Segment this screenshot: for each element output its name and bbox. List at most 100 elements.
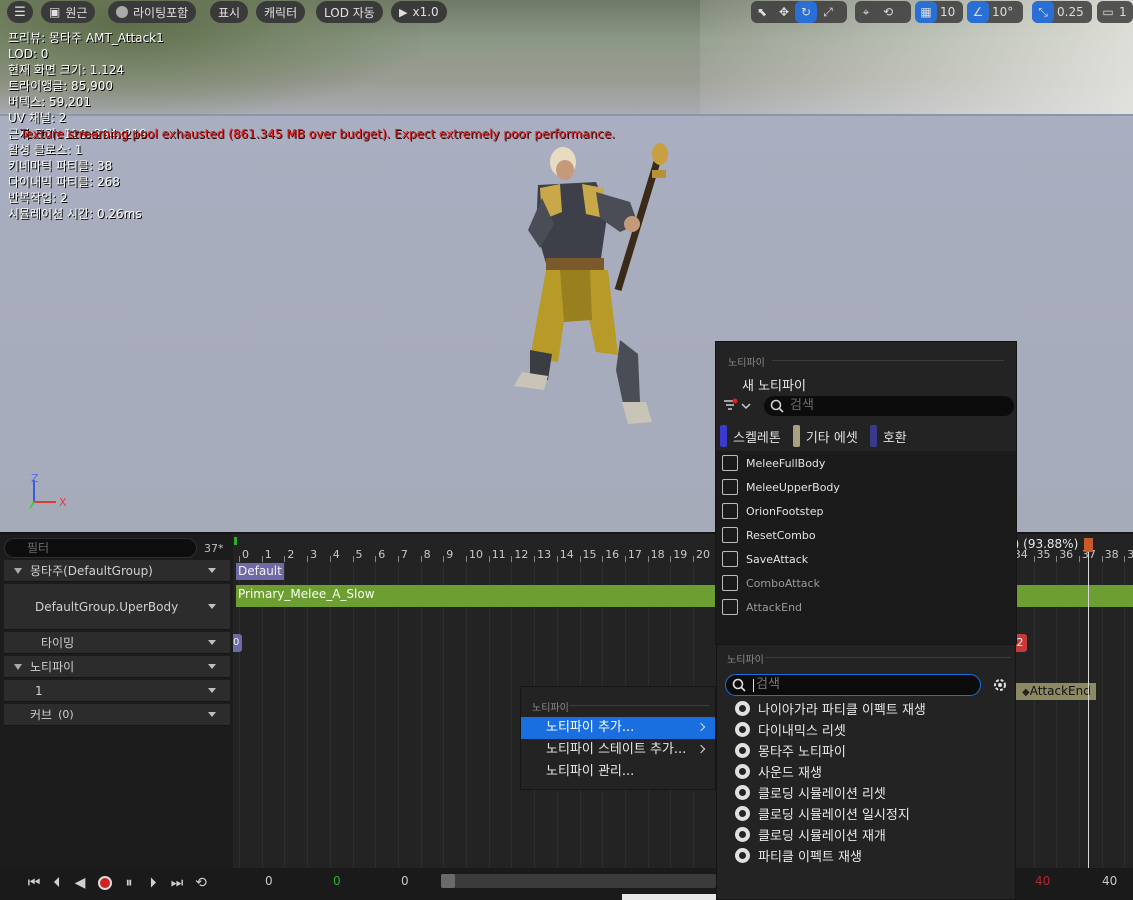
dropdown-arrow-icon[interactable]	[208, 568, 216, 573]
chip-other-assets[interactable]: 기타 에셋	[792, 425, 858, 447]
track-notifies[interactable]: 노티파이	[4, 656, 230, 678]
view-end-value[interactable]: 40	[1102, 874, 1117, 888]
notify-class-icon	[735, 806, 750, 821]
dropdown-arrow-icon[interactable]	[208, 712, 216, 717]
surface-snap-icon[interactable]: ⟲	[877, 1, 899, 23]
list-item[interactable]: MeleeFullBody	[716, 451, 1016, 475]
item-label: 다이내믹스 리셋	[758, 724, 846, 739]
asset-filter-chips: 스켈레톤 기타 에셋 호환	[720, 425, 907, 447]
play-reverse-icon[interactable]: ◀	[70, 873, 90, 893]
skip-to-start-icon[interactable]: ⏮	[24, 873, 44, 893]
list-item[interactable]: MeleeUpperBody	[716, 475, 1016, 499]
track-filter-input[interactable]: 필터	[4, 538, 197, 558]
list-item[interactable]: 나이아가라 파티클 이펙트 재생	[717, 698, 1015, 719]
collapse-arrow-icon[interactable]	[14, 567, 22, 574]
track-timing[interactable]: 타이밍	[4, 632, 230, 654]
track-montage-group[interactable]: 몽타주(DefaultGroup)	[4, 560, 230, 582]
perspective-button[interactable]: ▣ 원근	[41, 1, 96, 23]
playback-end-value[interactable]: 40	[1035, 874, 1050, 888]
current-value[interactable]: 0	[401, 874, 409, 888]
item-label: 클로딩 시뮬레이션 재개	[758, 829, 886, 844]
select-tool-icon[interactable]: ⬉	[751, 1, 773, 23]
step-back-icon[interactable]: ⏴	[47, 873, 67, 893]
list-item[interactable]: ResetCombo	[716, 523, 1016, 547]
list-item[interactable]: 클로딩 시뮬레이션 재개	[717, 824, 1015, 845]
list-item[interactable]: 클로딩 시뮬레이션 일시정지	[717, 803, 1015, 824]
step-forward-icon[interactable]: ⏵	[143, 873, 163, 893]
lod-button[interactable]: LOD 자동	[316, 1, 383, 23]
chip-swatch	[869, 425, 877, 447]
record-icon[interactable]	[95, 873, 115, 893]
stat-line: 키네마틱 파티클: 38	[8, 159, 113, 173]
playhead[interactable]	[1088, 540, 1089, 868]
gear-icon[interactable]	[991, 676, 1009, 694]
character-preview	[514, 143, 668, 424]
world-space-icon[interactable]: ⌖	[855, 1, 877, 23]
menu-item-manage-notifies[interactable]: 노티파이 관리...	[521, 761, 715, 783]
add-notify-submenu: 노티파이 검색 나이아가라 파티클 이펙트 재생 다이내믹스 리셋 몽타주 노티…	[716, 644, 1016, 900]
pause-icon[interactable]: ⏸	[119, 873, 139, 893]
stat-line: 반복작업: 2	[8, 191, 68, 205]
rotation-snap[interactable]: ∠ 10°	[967, 1, 1023, 23]
list-item[interactable]: 다이내믹스 리셋	[717, 719, 1015, 740]
camera-speed[interactable]: ▭ 1	[1097, 1, 1133, 23]
viewport-menu-button[interactable]: ☰	[7, 1, 33, 23]
move-tool-icon[interactable]: ✥	[773, 1, 795, 23]
scale-tool-icon[interactable]: ⤢	[817, 1, 839, 23]
item-label: OrionFootstep	[746, 504, 824, 518]
timing-marker-start[interactable]: 0	[233, 634, 242, 652]
skip-to-end-icon[interactable]: ⏭	[167, 873, 187, 893]
dropdown-arrow-icon[interactable]	[208, 664, 216, 669]
tick-mark	[693, 556, 694, 562]
dropdown-arrow-icon[interactable]	[208, 688, 216, 693]
start-marker-icon	[234, 537, 237, 545]
chip-compatible[interactable]: 호환	[869, 425, 907, 447]
playhead-handle[interactable]	[1084, 538, 1093, 552]
list-item[interactable]: ComboAttack	[716, 571, 1016, 595]
playrate-button[interactable]: ▶ x1.0	[391, 1, 447, 23]
filter-icon[interactable]	[722, 398, 752, 414]
list-item[interactable]: 파티클 이펙트 재생	[717, 845, 1015, 866]
character-label: 캐릭터	[264, 5, 298, 20]
playback-start-value[interactable]: 0	[333, 874, 341, 888]
notify-class-icon	[735, 848, 750, 863]
track-label: 몽타주(DefaultGroup)	[30, 564, 153, 578]
character-button[interactable]: 캐릭터	[256, 1, 306, 23]
menu-item-add-notify-state[interactable]: 노티파이 스테이트 추가...	[521, 739, 715, 761]
submenu-search-input[interactable]: 검색	[725, 674, 981, 696]
notify-attackend[interactable]: ◆AttackEnd	[1016, 683, 1096, 700]
tick-label: 16	[605, 548, 620, 561]
popup-heading: 노티파이	[728, 358, 765, 369]
scale-snap[interactable]: ⤡ 0.25	[1032, 1, 1092, 23]
dropdown-arrow-icon[interactable]	[208, 604, 216, 609]
list-item[interactable]: AttackEnd	[716, 595, 1016, 619]
track-curves[interactable]: 커브 (0)	[4, 704, 230, 726]
grid-snap[interactable]: ▦ 10	[915, 1, 963, 23]
show-button[interactable]: 표시	[210, 1, 249, 23]
scrollbar-thumb[interactable]	[441, 874, 455, 888]
timeline-scrollbar[interactable]	[441, 874, 716, 888]
collapse-arrow-icon[interactable]	[14, 663, 22, 670]
list-item[interactable]: OrionFootstep	[716, 499, 1016, 523]
view-start-value[interactable]: 0	[265, 874, 273, 888]
track-notify-1[interactable]: 1	[4, 680, 230, 702]
track-slot[interactable]: DefaultGroup.UperBody	[4, 584, 230, 630]
montage-section-default[interactable]: Default	[236, 563, 284, 580]
list-item[interactable]: 사운드 재생	[717, 761, 1015, 782]
chip-skeleton[interactable]: 스켈레톤	[720, 425, 781, 447]
list-item[interactable]: 클로딩 시뮬레이션 리셋	[717, 782, 1015, 803]
scale-snap-icon: ⤡	[1032, 1, 1054, 23]
item-label: 파티클 이펙트 재생	[758, 850, 862, 865]
rotate-tool-icon[interactable]: ↻	[795, 1, 817, 23]
notify-search-input[interactable]: 검색	[764, 396, 1014, 416]
tick-label: 3	[310, 548, 318, 561]
loop-icon[interactable]: ⟲	[191, 873, 211, 893]
dropdown-arrow-icon[interactable]	[208, 640, 216, 645]
list-item[interactable]: SaveAttack	[716, 547, 1016, 571]
track-label: 커브	[30, 708, 53, 722]
lighting-button[interactable]: 라이팅포함	[108, 1, 197, 23]
axis-x-label: X	[59, 496, 67, 509]
tick-mark	[397, 556, 399, 562]
menu-item-add-notify[interactable]: 노티파이 추가...	[521, 717, 715, 739]
list-item[interactable]: 몽타주 노티파이	[717, 740, 1015, 761]
